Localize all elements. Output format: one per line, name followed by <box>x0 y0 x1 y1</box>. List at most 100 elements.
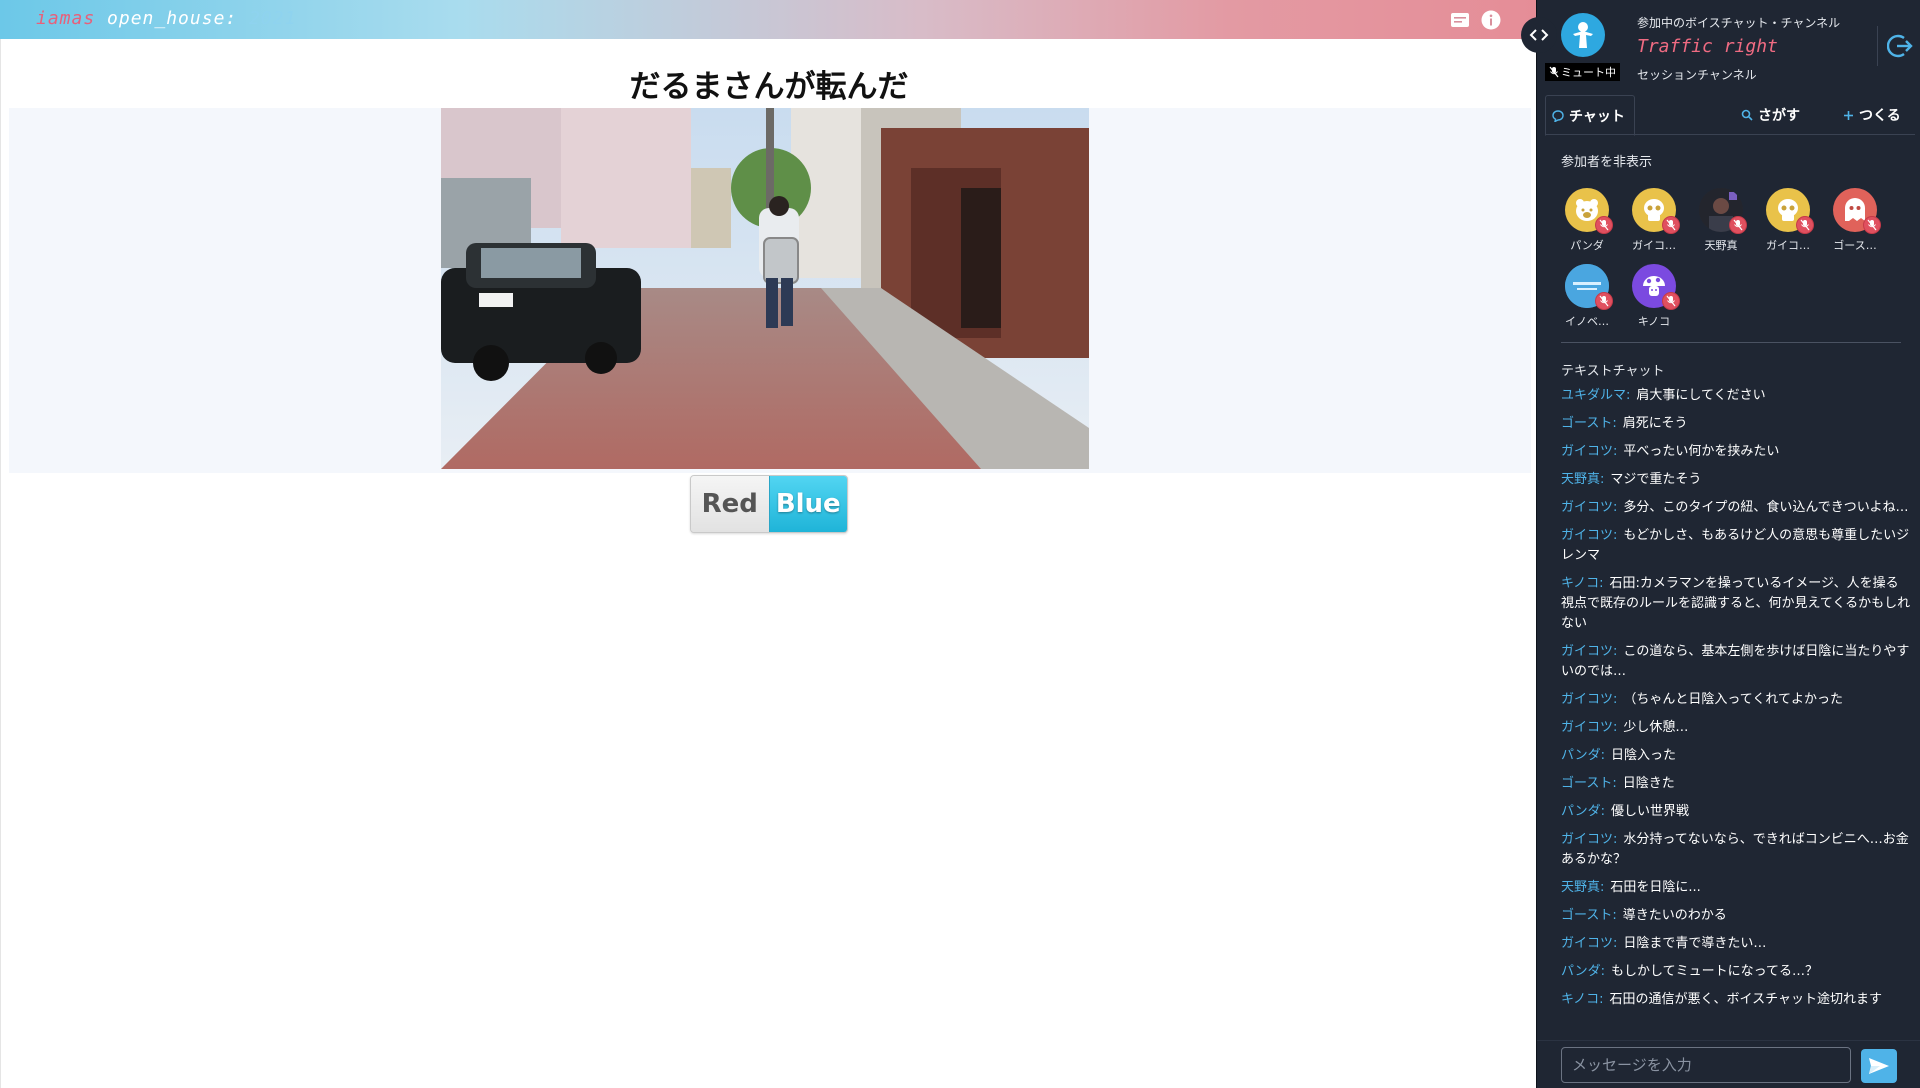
chat-message: パンダ: もしかしてミュートになってる…？ <box>1561 962 1911 982</box>
participant[interactable]: パンダ <box>1558 188 1616 253</box>
page-title: だるまさんが転んだ <box>629 69 909 105</box>
send-button[interactable] <box>1861 1049 1897 1083</box>
chat-message: ゴースト: 導きたいのわかる <box>1561 906 1911 926</box>
message-author[interactable]: パンダ: <box>1561 964 1605 979</box>
participant[interactable]: ガイコ… <box>1759 188 1817 253</box>
mic-off-icon <box>1867 219 1877 231</box>
message-author[interactable]: ガイコツ: <box>1561 528 1617 543</box>
message-author[interactable]: 天野真: <box>1561 472 1604 487</box>
message-author[interactable]: ガイコツ: <box>1561 444 1617 459</box>
chat-message: ゴースト: 日陰きた <box>1561 774 1911 794</box>
message-text: 石田:カメラマンを操っているイメージ、人を操る視点で既存のルールを認識すると、何… <box>1561 576 1911 631</box>
message-text: 石田を日陰に... <box>1610 880 1701 895</box>
chat-message: ガイコツ: （ちゃんと日陰入ってくれてよかった <box>1561 690 1911 710</box>
brand-logo[interactable]: iamas open_house: 2021 <box>36 8 296 29</box>
chat-toggle-icon[interactable] <box>1449 9 1471 31</box>
mic-off-icon <box>1599 219 1609 231</box>
tab-chat[interactable]: チャット <box>1545 95 1635 136</box>
message-author[interactable]: ガイコツ: <box>1561 832 1617 847</box>
message-author[interactable]: キノコ: <box>1561 992 1603 1007</box>
message-author[interactable]: ガイコツ: <box>1561 692 1617 707</box>
chat-message: 天野真: 石田を日陰に... <box>1561 878 1911 898</box>
participant-name: 天野真 <box>1704 239 1738 252</box>
collapse-sidebar-button[interactable] <box>1521 17 1557 53</box>
bear-icon <box>1565 188 1613 234</box>
participant-muted-icon <box>1595 292 1613 310</box>
tab-search[interactable]: さがす <box>1741 95 1800 135</box>
ghost-icon <box>1833 188 1881 234</box>
sidebar: ミュート中 参加中のボイスチャット・チャンネル Traffic right セッ… <box>1536 0 1920 1088</box>
participant-muted-icon <box>1662 292 1680 310</box>
mute-status-badge: ミュート中 <box>1545 63 1620 81</box>
message-author[interactable]: ゴースト: <box>1561 416 1617 431</box>
message-text: 少し休憩… <box>1623 720 1689 735</box>
message-author[interactable]: ガイコツ: <box>1561 500 1617 515</box>
participant[interactable]: キノコ <box>1625 264 1683 329</box>
message-author[interactable]: パンダ: <box>1561 804 1605 819</box>
message-author[interactable]: パンダ: <box>1561 748 1605 763</box>
toggle-blue-option[interactable]: Blue <box>768 476 847 532</box>
text-chat-heading: テキストチャット <box>1561 364 1665 379</box>
chat-message: ユキダルマ: 肩大事にしてください <box>1561 386 1911 406</box>
message-author[interactable]: キノコ: <box>1561 576 1603 591</box>
leave-channel-button[interactable] <box>1877 26 1913 66</box>
chat-message: ガイコツ: もどかしさ、もあるけど人の意思も尊重したいジレンマ <box>1561 526 1911 566</box>
red-blue-toggle[interactable]: Red Blue <box>690 475 848 533</box>
mushroom-icon <box>1632 264 1680 310</box>
message-text: 日陰入った <box>1611 748 1677 763</box>
message-text: 日陰きた <box>1622 776 1675 791</box>
message-text: （ちゃんと日陰入ってくれてよかった <box>1623 692 1843 707</box>
tab-search-label: さがす <box>1758 108 1800 124</box>
brand-part-2: open_house: <box>107 8 238 29</box>
participant[interactable]: 天野真 <box>1692 188 1750 253</box>
message-author[interactable]: ガイコツ: <box>1561 720 1617 735</box>
tab-create[interactable]: つくる <box>1843 95 1901 135</box>
chat-message: 天野真: マジで重たそう <box>1561 470 1911 490</box>
participant[interactable]: イノベ… <box>1558 264 1616 329</box>
participant-name: イノベ… <box>1565 315 1609 328</box>
leave-icon <box>1887 34 1913 58</box>
chat-message-list[interactable]: ユキダルマ: 肩大事にしてください ゴースト: 肩死にそう ガイコツ: 平べったい何かを挟… <box>1561 386 1911 1038</box>
self-avatar[interactable] <box>1561 13 1605 57</box>
chat-message: パンダ: 優しい世界戦 <box>1561 802 1911 822</box>
chat-message: ガイコツ: 少し休憩… <box>1561 718 1911 738</box>
chat-message: キノコ: 石田:カメラマンを操っているイメージ、人を操る視点で既存のルールを認識す… <box>1561 574 1911 634</box>
mute-label: ミュート中 <box>1561 66 1616 79</box>
message-author[interactable]: ユキダルマ: <box>1561 388 1630 403</box>
participant[interactable]: ガイコ… <box>1625 188 1683 253</box>
live-video[interactable] <box>441 108 1089 469</box>
message-input[interactable] <box>1561 1047 1851 1083</box>
message-author[interactable]: ガイコツ: <box>1561 644 1617 659</box>
chat-message: パンダ: 日陰入った <box>1561 746 1911 766</box>
message-author[interactable]: 天野真: <box>1561 880 1604 895</box>
mic-off-icon <box>1549 66 1559 78</box>
message-text: マジで重たそう <box>1610 472 1702 487</box>
plus-icon <box>1844 110 1853 120</box>
message-author[interactable]: ガイコツ: <box>1561 936 1617 951</box>
message-text: 導きたいのわかる <box>1622 908 1727 923</box>
mic-off-icon <box>1599 295 1609 307</box>
logo-avatar <box>1565 264 1613 310</box>
participant[interactable]: ゴース… <box>1826 188 1884 253</box>
divider <box>1561 342 1901 343</box>
tab-create-label: つくる <box>1859 108 1901 124</box>
hide-participants-toggle[interactable]: 参加者を非表示 <box>1561 151 1652 170</box>
mic-off-icon <box>1733 219 1743 231</box>
message-text: 優しい世界戦 <box>1611 804 1690 819</box>
message-text: 平べったい何かを挟みたい <box>1623 444 1780 459</box>
session-channel-label: セッションチャンネル <box>1637 68 1757 82</box>
participant-name: キノコ <box>1637 315 1671 328</box>
info-icon[interactable] <box>1480 9 1502 31</box>
message-composer <box>1537 1040 1920 1088</box>
message-author[interactable]: ゴースト: <box>1561 776 1617 791</box>
message-text: もしかしてミュートになってる…？ <box>1611 964 1818 979</box>
mic-off-icon <box>1666 295 1676 307</box>
toggle-red-option[interactable]: Red <box>691 476 769 532</box>
message-author[interactable]: ゴースト: <box>1561 908 1617 923</box>
mic-off-icon <box>1800 219 1810 231</box>
tab-chat-label: チャット <box>1569 108 1625 125</box>
participant-name: ガイコ… <box>1766 239 1810 252</box>
mic-off-icon <box>1666 219 1676 231</box>
participant-muted-icon <box>1796 216 1814 234</box>
participant-muted-icon <box>1729 216 1747 234</box>
